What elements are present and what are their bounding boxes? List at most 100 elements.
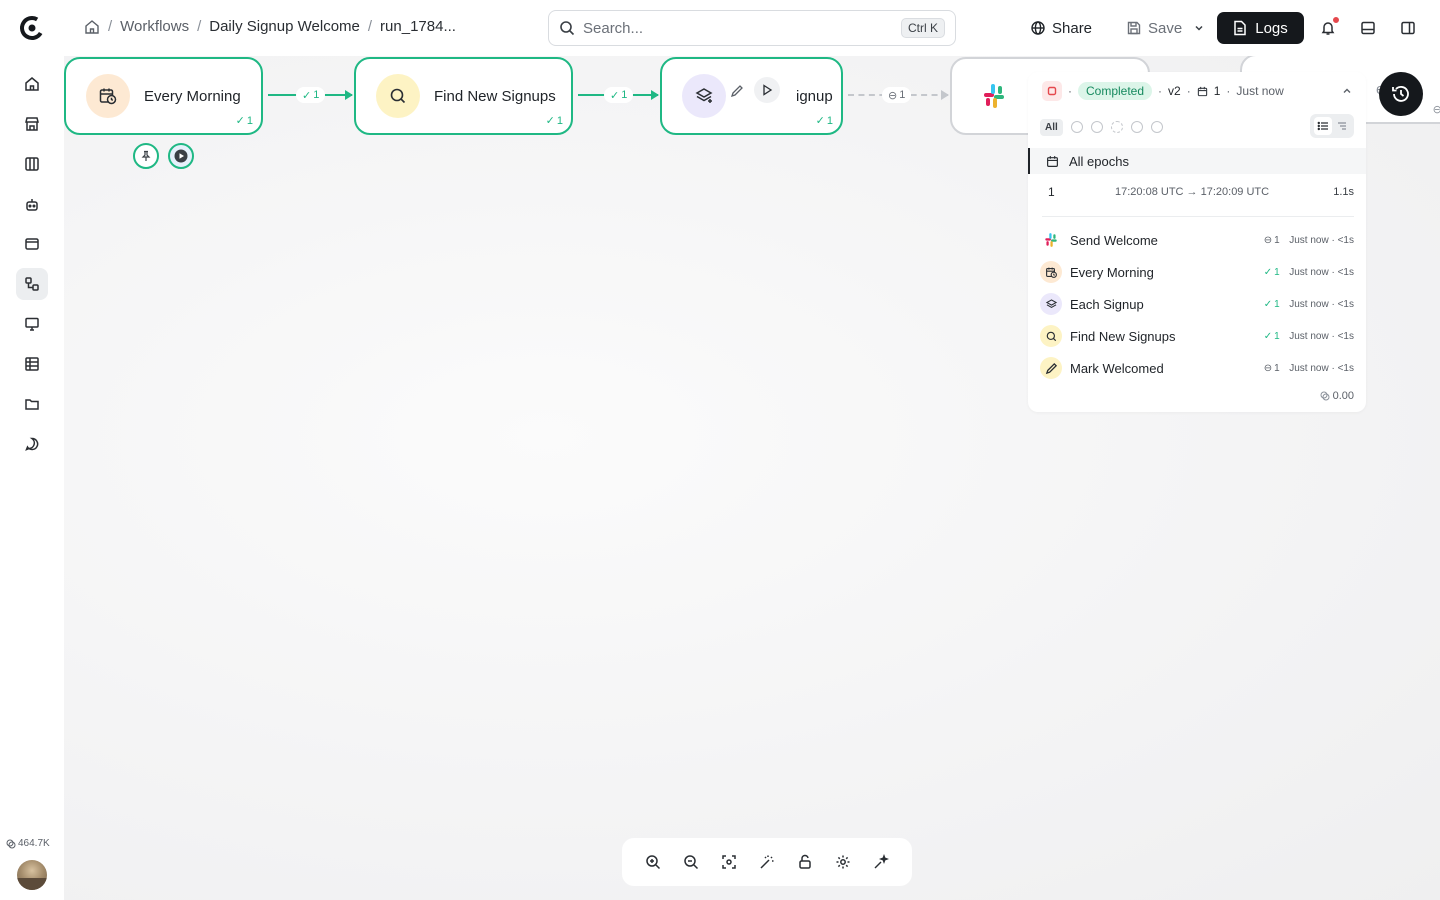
node-label: ignup xyxy=(796,87,833,105)
step-row[interactable]: Send Welcome ⊖ 1 Just now · <1s xyxy=(1040,226,1354,254)
share-button[interactable]: Share xyxy=(1030,12,1092,44)
list-view-icon[interactable] xyxy=(1313,117,1332,135)
check-icon: ✓ xyxy=(815,115,825,127)
credits-balance: 464.7K xyxy=(6,838,50,849)
layout-panel-icon xyxy=(1360,20,1376,36)
search-shortcut: Ctrl K xyxy=(901,18,945,38)
step-name: Mark Welcomed xyxy=(1070,360,1164,376)
run-history-button[interactable] xyxy=(1379,72,1423,116)
home-icon[interactable] xyxy=(16,68,48,100)
all-epochs-row[interactable]: All epochs xyxy=(1028,148,1366,174)
edge-count-badge: ⊖ 1 xyxy=(882,87,912,103)
zoom-in-icon[interactable] xyxy=(639,848,667,876)
node-label: Every Morning xyxy=(144,87,241,105)
lock-icon[interactable] xyxy=(791,848,819,876)
check-icon: ✓ xyxy=(545,115,555,127)
avatar[interactable] xyxy=(17,860,47,890)
node-label: Find New Signups xyxy=(434,87,556,105)
folder-icon[interactable] xyxy=(16,388,48,420)
sparkles-icon[interactable] xyxy=(867,848,895,876)
play-icon xyxy=(174,149,188,163)
panel-bottom-toggle[interactable] xyxy=(1354,14,1382,42)
edge-count-badge: ✓ 1 xyxy=(296,87,326,103)
zoom-out-icon[interactable] xyxy=(677,848,705,876)
run-node-button[interactable] xyxy=(754,77,780,103)
credits-value: 464.7K xyxy=(18,838,50,849)
breadcrumb-workflows[interactable]: Workflows xyxy=(120,18,189,35)
step-status: ✓ 1 Just now · <1s xyxy=(1263,266,1354,278)
calendar-icon xyxy=(1197,86,1208,97)
run-details-panel: · Completed · v2 · 1 · Just now All All … xyxy=(1028,72,1366,412)
step-name: Find New Signups xyxy=(1070,328,1176,344)
filter-running-icon[interactable] xyxy=(1110,121,1123,133)
search-placeholder: Search... xyxy=(583,19,644,37)
header-dot: · xyxy=(1068,84,1072,98)
home-icon[interactable] xyxy=(84,19,100,35)
settings-icon[interactable] xyxy=(829,848,857,876)
magic-wand-icon[interactable] xyxy=(753,848,781,876)
history-icon xyxy=(1390,83,1412,105)
workflow-icon[interactable] xyxy=(16,268,48,300)
play-icon xyxy=(761,84,773,96)
view-toggle xyxy=(1310,114,1354,138)
edit-node-button[interactable] xyxy=(726,80,748,102)
chevron-down-icon[interactable] xyxy=(1194,23,1204,33)
save-label: Save xyxy=(1148,19,1183,37)
step-row[interactable]: Every Morning ✓ 1 Just now · <1s xyxy=(1040,258,1354,286)
node-success-count: ✓ 1 xyxy=(235,114,253,128)
run-node-button[interactable] xyxy=(168,143,194,169)
stop-button[interactable] xyxy=(1042,81,1062,101)
filter-all[interactable]: All xyxy=(1040,118,1063,136)
breadcrumb: / Workflows / Daily Signup Welcome / run… xyxy=(84,18,456,35)
fit-view-icon[interactable] xyxy=(715,848,743,876)
pending-icon: ⊖ xyxy=(1432,104,1440,116)
step-status: ✓ 1 Just now · <1s xyxy=(1263,330,1354,342)
epoch-row[interactable]: 1 17:20:08 UTC → 17:20:09 UTC 1.1s xyxy=(1042,182,1354,202)
run-time: Just now xyxy=(1236,84,1284,98)
tree-view-icon[interactable] xyxy=(1333,117,1351,135)
step-row[interactable]: Find New Signups ✓ 1 Just now · <1s xyxy=(1040,322,1354,350)
coins-icon xyxy=(1320,391,1330,401)
store-icon[interactable] xyxy=(16,108,48,140)
step-row[interactable]: Mark Welcomed ⊖ 1 Just now · <1s xyxy=(1040,354,1354,382)
calendar-icon xyxy=(1046,155,1059,168)
filter-success-icon[interactable] xyxy=(1070,121,1083,133)
pin-button[interactable] xyxy=(133,143,159,169)
check-icon: ✓ xyxy=(1263,298,1273,310)
pencil-icon xyxy=(730,84,744,98)
panel-right-toggle[interactable] xyxy=(1394,14,1422,42)
canvas-toolbar xyxy=(622,838,912,886)
step-row[interactable]: Each Signup ✓ 1 Just now · <1s xyxy=(1040,290,1354,318)
epoch-number: 1 xyxy=(1048,185,1055,199)
check-icon: ✓ xyxy=(302,89,312,102)
globe-icon xyxy=(1030,20,1046,36)
header-dot: · xyxy=(1158,84,1163,98)
epoch-duration: 1.1s xyxy=(1333,186,1354,198)
chat-icon[interactable] xyxy=(16,428,48,460)
step-status: ✓ 1 Just now · <1s xyxy=(1263,298,1354,310)
search-input[interactable]: Search... Ctrl K xyxy=(548,10,956,46)
filter-paused-icon[interactable] xyxy=(1130,121,1143,133)
status-filters: All xyxy=(1040,114,1354,138)
save-button[interactable]: Save xyxy=(1126,12,1204,44)
table-icon[interactable] xyxy=(16,348,48,380)
breadcrumb-separator: / xyxy=(108,18,113,35)
pending-icon: ⊖ xyxy=(888,89,898,102)
notifications-button[interactable] xyxy=(1314,14,1342,42)
columns-icon[interactable] xyxy=(16,148,48,180)
filter-failed-icon[interactable] xyxy=(1090,121,1103,133)
breadcrumb-workflow-name[interactable]: Daily Signup Welcome xyxy=(209,18,360,35)
logs-button[interactable]: Logs xyxy=(1217,12,1304,44)
app-logo[interactable] xyxy=(18,14,46,42)
filter-skipped-icon[interactable] xyxy=(1150,121,1163,133)
node-each-signup[interactable]: ignup ✓ 1 xyxy=(660,57,843,135)
node-find-new-signups[interactable]: Find New Signups ✓ 1 xyxy=(354,57,573,135)
layers-icon xyxy=(1040,293,1062,315)
bot-icon[interactable] xyxy=(16,188,48,220)
chevron-up-icon[interactable] xyxy=(1342,86,1352,96)
node-every-morning[interactable]: Every Morning ✓ 1 xyxy=(64,57,263,135)
step-status: ⊖ 1 Just now · <1s xyxy=(1263,362,1354,374)
monitor-icon[interactable] xyxy=(16,308,48,340)
browser-icon[interactable] xyxy=(16,228,48,260)
node-pending-count: ⊖1 xyxy=(1433,103,1440,116)
